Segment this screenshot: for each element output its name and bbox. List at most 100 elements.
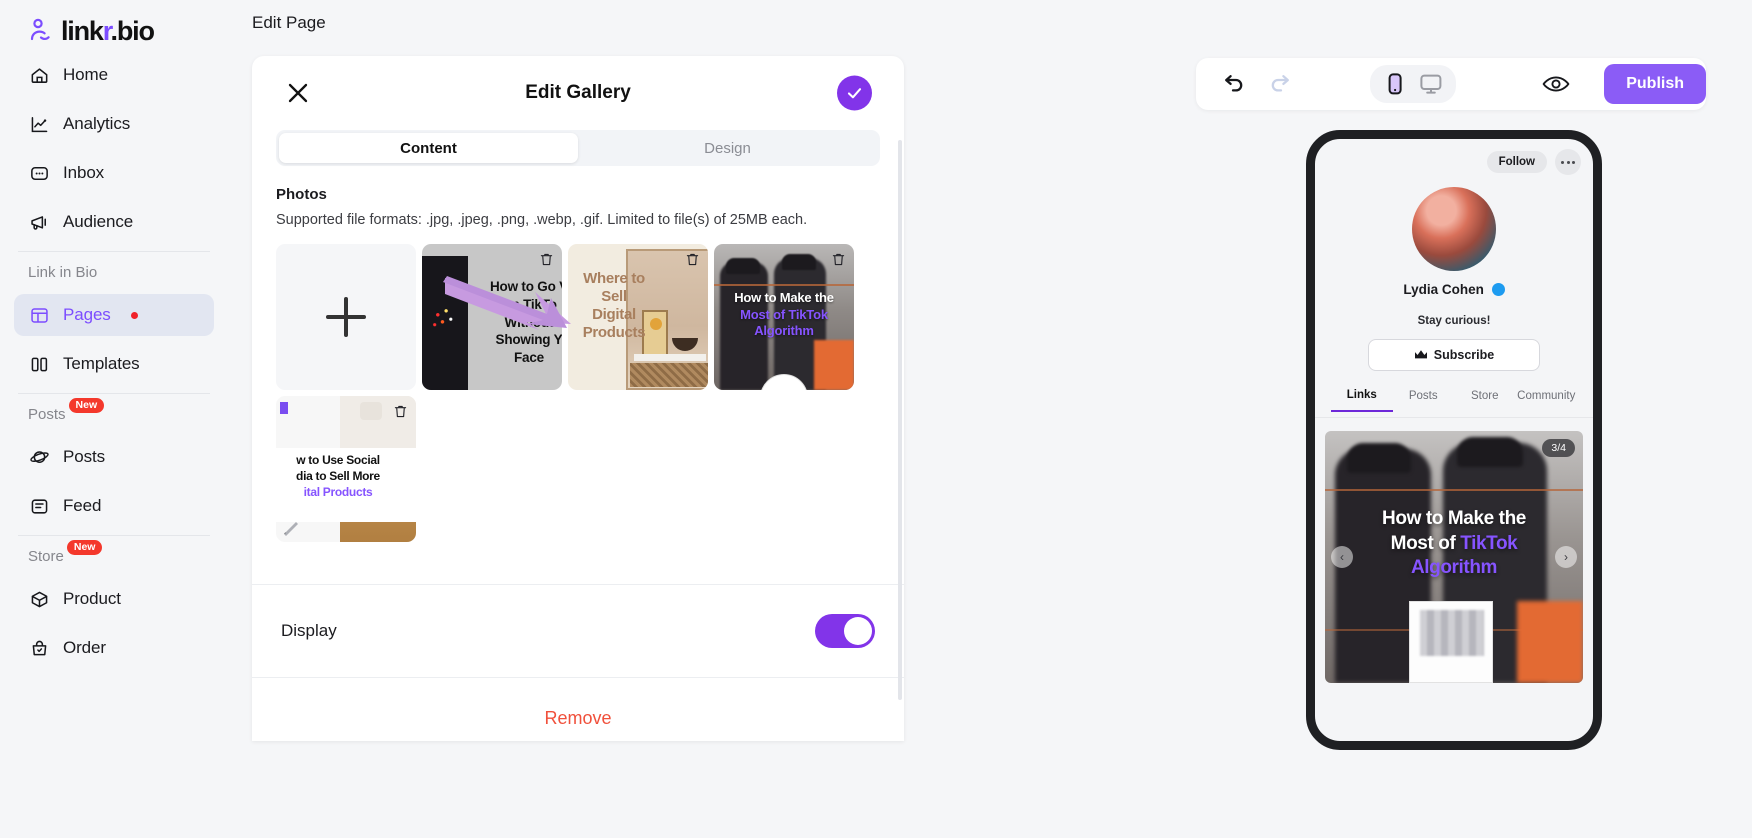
home-icon: [28, 64, 50, 86]
gallery-counter: 3/4: [1542, 439, 1575, 457]
photo-art-detail: [782, 254, 816, 270]
brand-name: linkr.bio: [61, 15, 155, 46]
desktop-icon[interactable]: [1416, 69, 1446, 99]
crown-icon: [1414, 349, 1428, 361]
subscribe-button[interactable]: Subscribe: [1368, 339, 1540, 371]
sidebar-item-label: Product: [63, 589, 121, 608]
sidebar-item-product[interactable]: Product: [14, 578, 214, 620]
gallery-carousel[interactable]: How to Make the Most of TikTok Algorithm…: [1325, 431, 1583, 683]
phone-tab-posts[interactable]: Posts: [1393, 390, 1455, 411]
modal-tabs: Content Design: [276, 130, 880, 166]
sidebar-item-label: Templates: [63, 354, 140, 373]
more-dots-icon[interactable]: [1555, 149, 1581, 175]
sidebar-item-templates[interactable]: Templates: [14, 343, 214, 385]
phone-preview: Follow Lydia Cohen Stay curious! Subscri…: [1306, 130, 1602, 750]
modal-scrollbar[interactable]: [898, 140, 902, 700]
device-switcher: [1370, 65, 1456, 103]
photo-thumbnail[interactable]: Where to Sell Digital Products: [568, 244, 708, 390]
phone-tabs-divider: [1315, 417, 1593, 418]
sidebar-item-label: Inbox: [63, 163, 105, 182]
trash-icon[interactable]: [538, 251, 555, 268]
sidebar-item-label: Posts: [63, 447, 106, 466]
trash-icon[interactable]: [684, 251, 701, 268]
megaphone-icon: [28, 211, 50, 233]
sidebar-item-posts[interactable]: Posts: [14, 436, 214, 478]
display-label: Display: [281, 621, 337, 640]
gallery-caption: How to Make the Most of TikTok Algorithm: [1382, 508, 1526, 579]
brand-logo[interactable]: linkr.bio: [14, 0, 214, 54]
photo-caption: How to Go V On TikTo Without Showing Y F…: [489, 279, 562, 366]
avatar: [1412, 187, 1496, 271]
sidebar-item-analytics[interactable]: Analytics: [14, 103, 214, 145]
photo-thumbnail-grid: How to Go V On TikTo Without Showing Y F…: [276, 244, 880, 542]
gallery-art-detail: [1347, 443, 1411, 473]
columns-icon: [28, 353, 50, 375]
eye-icon[interactable]: [1541, 69, 1571, 99]
photo-art-detail: [430, 306, 456, 328]
sidebar-item-label: Audience: [63, 212, 134, 231]
trash-icon[interactable]: [392, 403, 409, 420]
sidebar-item-audience[interactable]: Audience: [14, 201, 214, 243]
sidebar-item-home[interactable]: Home: [14, 54, 214, 96]
sidebar-group-link-in-bio: Link in Bio: [14, 262, 214, 284]
sidebar-item-inbox[interactable]: Inbox: [14, 152, 214, 194]
publish-button[interactable]: Publish: [1604, 64, 1706, 104]
sidebar-item-label: Pages: [63, 305, 111, 324]
verified-badge-icon: [1491, 283, 1505, 296]
sidebar-item-pages[interactable]: Pages: [14, 294, 214, 336]
sidebar-item-feed[interactable]: Feed: [14, 485, 214, 527]
preview-toolbar: Publish: [1196, 58, 1706, 110]
phone-tab-links[interactable]: Links: [1331, 389, 1393, 412]
modal-body: Photos Supported file formats: .jpg, .jp…: [252, 166, 904, 542]
modal-header: Edit Gallery: [252, 56, 904, 130]
drag-handle-icon[interactable]: [281, 517, 301, 537]
confirm-button[interactable]: [837, 75, 872, 111]
photo-art-detail: [280, 402, 288, 414]
redo-icon[interactable]: [1264, 67, 1298, 101]
sidebar-item-label: Analytics: [63, 114, 131, 133]
mobile-icon[interactable]: [1380, 69, 1410, 99]
subscribe-label: Subscribe: [1433, 348, 1495, 362]
display-toggle[interactable]: [815, 614, 875, 648]
gallery-art-detail: [1325, 489, 1583, 491]
close-icon[interactable]: [285, 80, 311, 106]
sidebar-divider: [18, 535, 210, 536]
check-icon: [847, 88, 862, 99]
page-title: Edit Page: [252, 13, 326, 32]
remove-button[interactable]: Remove: [544, 708, 611, 729]
undo-icon[interactable]: [1216, 67, 1250, 101]
chevron-left-icon[interactable]: ‹: [1331, 546, 1353, 568]
app-root: linkr.bio Home Analytics Inbox Audience: [0, 0, 1752, 838]
new-badge: New: [66, 540, 103, 555]
toggle-knob: [844, 617, 872, 645]
phone-tab-community[interactable]: Community: [1516, 390, 1578, 411]
trash-icon[interactable]: [830, 251, 847, 268]
photo-art-detail: [360, 402, 382, 420]
phone-top-actions: Follow: [1486, 149, 1581, 175]
photo-thumbnail[interactable]: w to Use Social dia to Sell More ital Pr…: [276, 396, 416, 542]
gallery-art-detail: [1457, 437, 1523, 467]
sidebar-group-title: Posts: [28, 406, 66, 423]
phone-tab-store[interactable]: Store: [1454, 390, 1516, 411]
gallery-art-detail: [1409, 601, 1493, 683]
new-badge: New: [68, 398, 105, 413]
tab-content[interactable]: Content: [279, 133, 578, 163]
photo-thumbnail[interactable]: How to Go V On TikTo Without Showing Y F…: [422, 244, 562, 390]
chevron-right-icon[interactable]: ›: [1555, 546, 1577, 568]
photo-art-detail: [630, 363, 708, 387]
sidebar-item-order[interactable]: Order: [14, 627, 214, 669]
follow-button[interactable]: Follow: [1486, 151, 1547, 173]
layout-icon: [28, 304, 50, 326]
tab-design[interactable]: Design: [578, 133, 877, 163]
profile-bio: Stay curious!: [1417, 315, 1491, 327]
profile-username: Lydia Cohen: [1315, 281, 1593, 297]
unread-dot-icon: [130, 311, 138, 319]
add-photo-button[interactable]: [276, 244, 416, 390]
photo-caption: How to Make the Most of TikTok Algorithm: [734, 290, 834, 339]
photo-art-detail: [634, 354, 706, 361]
photo-art-detail: [814, 340, 854, 390]
sidebar-group-title: Link in Bio: [28, 264, 98, 281]
preview-panel: Publish Follow Lydia Cohen Stay curious!: [1192, 0, 1752, 838]
photo-thumbnail[interactable]: How to Make the Most of TikTok Algorithm: [714, 244, 854, 390]
